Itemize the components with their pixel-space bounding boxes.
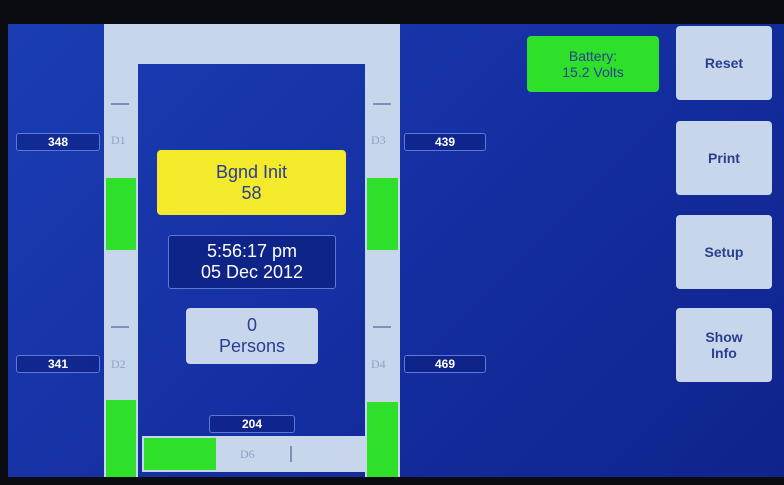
d4-count-readout: 469 [404, 355, 486, 373]
persons-count-panel: 0 Persons [186, 308, 318, 364]
d1-tick-mark [111, 103, 129, 105]
d4-label: D4 [371, 357, 386, 371]
d2-label: D2 [111, 357, 126, 371]
d6-tick-mark [290, 446, 292, 462]
d1-active-bar [106, 178, 136, 250]
d6-active-bar [144, 438, 216, 470]
detector-screen: D1 D2 D3 D4 D6 348 341 439 469 204 Bgnd … [8, 24, 784, 477]
reset-button[interactable]: Reset [676, 26, 772, 100]
show-info-label-line1: Show [705, 329, 743, 345]
d1-count-readout: 348 [16, 133, 100, 151]
d2-active-bar [106, 400, 136, 477]
d3-count-readout: 439 [404, 133, 486, 151]
background-init-panel: Bgnd Init 58 [157, 150, 346, 215]
battery-label: Battery: [568, 48, 618, 64]
d4-active-bar [367, 402, 398, 477]
persons-count: 0 [246, 315, 257, 335]
show-info-label-line2: Info [711, 345, 737, 361]
battery-status-badge: Battery: 15.2 Volts [527, 36, 659, 92]
clock-panel: 5:56:17 pm 05 Dec 2012 [168, 235, 336, 289]
print-button-label: Print [708, 150, 740, 166]
d3-tick-mark [373, 103, 391, 105]
reset-button-label: Reset [704, 55, 744, 71]
d3-active-bar [367, 178, 398, 250]
d2-tick-mark [111, 326, 129, 328]
background-init-title: Bgnd Init [215, 161, 288, 182]
clock-date: 05 Dec 2012 [200, 262, 304, 282]
d6-count-readout: 204 [209, 415, 295, 433]
setup-button-label: Setup [704, 244, 744, 260]
clock-time: 5:56:17 pm [206, 241, 298, 261]
setup-button[interactable]: Setup [676, 215, 772, 289]
d2-count-readout: 341 [16, 355, 100, 373]
persons-label: Persons [218, 336, 286, 356]
show-info-button[interactable]: Show Info [676, 308, 772, 382]
d4-tick-mark [373, 326, 391, 328]
d3-label: D3 [371, 133, 386, 147]
top-detector-strip [138, 24, 365, 64]
background-init-value: 58 [241, 182, 262, 203]
d6-label: D6 [240, 447, 255, 461]
battery-voltage: 15.2 Volts [562, 64, 624, 80]
print-button[interactable]: Print [676, 121, 772, 195]
d1-label: D1 [111, 133, 126, 147]
